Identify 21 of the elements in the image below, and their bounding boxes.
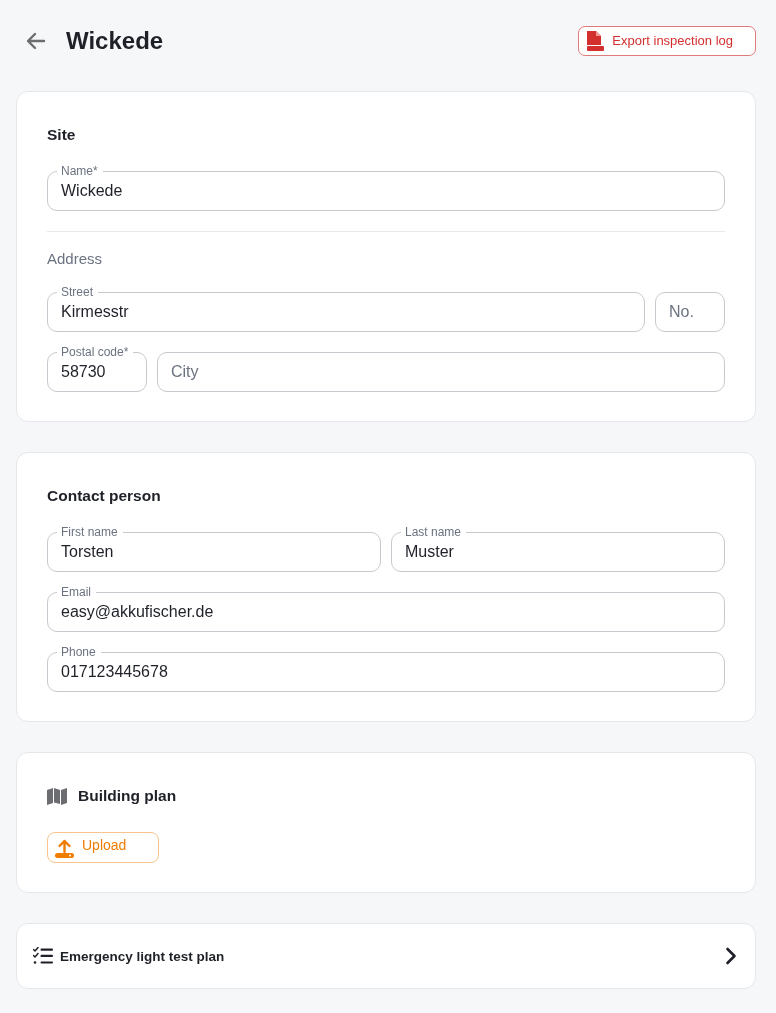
section-title: Site	[47, 125, 77, 145]
field-label: Last name	[401, 525, 467, 539]
field-label: First name	[57, 525, 123, 539]
file-icon	[586, 31, 605, 51]
field-label: Phone	[57, 645, 101, 659]
test-plan-link[interactable]: Emergency light test plan	[16, 923, 756, 989]
upload-icon	[55, 839, 74, 858]
field-label: Email	[57, 585, 96, 599]
city-field[interactable]: City	[157, 352, 725, 392]
address-heading: Address	[47, 249, 104, 269]
map-icon	[47, 787, 67, 805]
chevron-right-icon	[725, 947, 737, 965]
field-label: Street	[57, 285, 98, 299]
checklist-icon	[33, 947, 53, 965]
field-label: Postal code*	[57, 345, 134, 359]
section-title: Building plan	[78, 786, 177, 806]
export-button[interactable]: Export inspection log	[578, 26, 756, 56]
section-title: Contact person	[47, 486, 162, 506]
field-label: Name*	[57, 164, 103, 178]
house-number-field[interactable]: No.	[655, 292, 725, 332]
page-title: Wickede	[66, 26, 164, 56]
